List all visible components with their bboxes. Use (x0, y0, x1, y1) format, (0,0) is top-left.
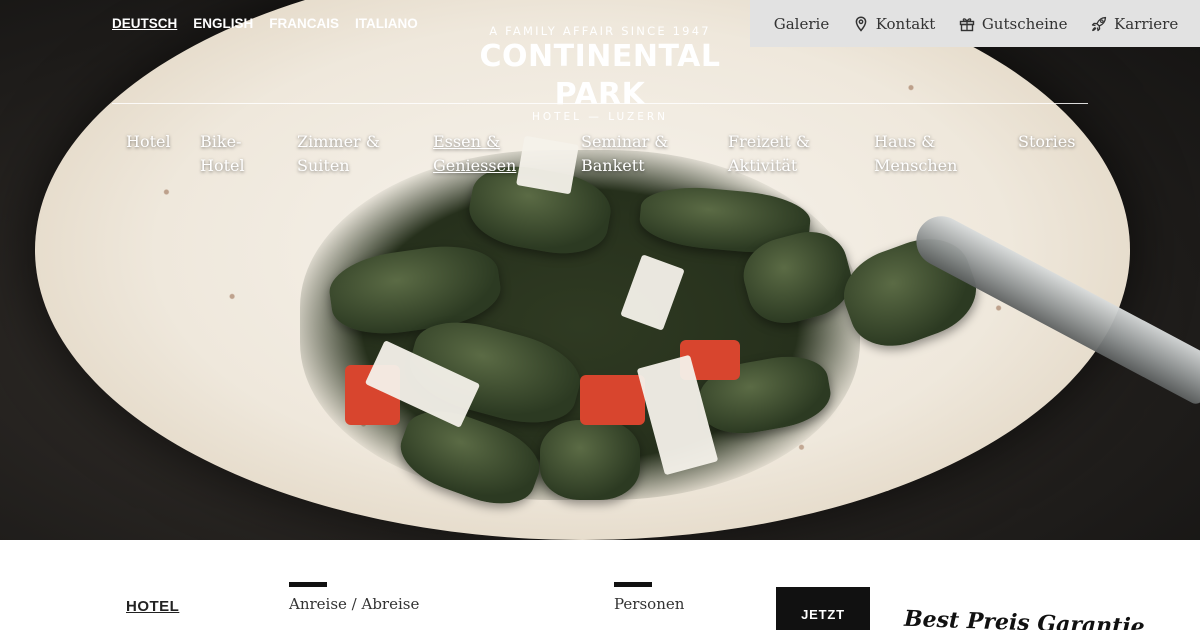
utility-link-galerie[interactable]: Galerie (774, 15, 829, 33)
book-now-button[interactable]: JETZT (776, 587, 870, 630)
language-link-deutsch[interactable]: DEUTSCH (112, 16, 177, 31)
rocket-icon (1091, 16, 1107, 31)
nav-item-label: Hotel (200, 156, 245, 175)
nav-item-freizeit-aktivitaet[interactable]: Freizeit & Aktivität (728, 130, 810, 178)
tomato-image (580, 375, 645, 425)
field-marker (289, 582, 327, 587)
utility-bar: Galerie Kontakt Gutscheine Karriere (750, 0, 1200, 47)
location-pin-icon (855, 15, 867, 32)
nav-divider (112, 103, 1088, 104)
utility-label: Galerie (773, 14, 830, 33)
best-price-guarantee-badge: Best Preis Garantie (903, 605, 1146, 630)
utility-link-kontakt[interactable]: Kontakt (853, 14, 936, 33)
nav-item-label: Haus & (874, 132, 936, 151)
utility-link-karriere[interactable]: Karriere (1091, 15, 1178, 33)
nav-item-label: Suiten (297, 156, 350, 175)
language-link-english[interactable]: ENGLISH (193, 16, 253, 31)
language-link-italiano[interactable]: ITALIANO (355, 16, 418, 31)
nav-item-stories[interactable]: Stories (1018, 130, 1075, 154)
gnocchi-image (540, 420, 640, 500)
nav-item-label: Stories (1018, 132, 1076, 151)
booking-bar: HOTEL Anreise / Abreise Personen JETZT B… (0, 540, 1200, 630)
utility-link-gutscheine[interactable]: Gutscheine (959, 14, 1068, 33)
nav-item-hotel[interactable]: Hotel (126, 130, 171, 154)
nav-item-essen-geniessen[interactable]: Essen & Geniessen (433, 130, 516, 178)
nav-item-label: Freizeit & (728, 132, 811, 151)
utility-label: Karriere (1114, 14, 1179, 33)
nav-item-label: Zimmer & (297, 132, 381, 151)
nav-item-bike-hotel[interactable]: Bike- Hotel (200, 130, 245, 178)
nav-item-label: Menschen (874, 156, 958, 175)
nav-item-seminar-bankett[interactable]: Seminar & Bankett (581, 130, 669, 178)
brand-logo[interactable]: A FAMILY AFFAIR SINCE 1947 CONTINENTAL P… (440, 24, 760, 123)
brand-subline: HOTEL — LUZERN (531, 111, 669, 123)
nav-item-haus-menschen[interactable]: Haus & Menschen (874, 130, 957, 178)
nav-item-label: Bike- (200, 132, 242, 151)
nav-item-label: Hotel (126, 132, 171, 151)
utility-label: Gutscheine (981, 14, 1068, 33)
field-marker (614, 582, 652, 587)
booking-tab-hotel[interactable]: HOTEL (126, 598, 179, 615)
brand-tagline: A FAMILY AFFAIR SINCE 1947 (489, 24, 711, 38)
nav-item-label: Aktivität (728, 156, 798, 175)
nav-item-label: Bankett (581, 156, 645, 175)
nav-item-zimmer-suiten[interactable]: Zimmer & Suiten (297, 130, 380, 178)
language-switcher: DEUTSCH ENGLISH FRANCAIS ITALIANO (112, 16, 418, 31)
gift-icon (959, 17, 975, 31)
language-link-francais[interactable]: FRANCAIS (269, 16, 339, 31)
nav-item-label: Seminar & (581, 132, 669, 151)
main-nav: Hotel Bike- Hotel Zimmer & Suiten Essen … (112, 130, 1088, 190)
dates-field[interactable]: Anreise / Abreise (289, 595, 419, 613)
utility-label: Kontakt (875, 14, 936, 33)
nav-item-label: Essen & (433, 132, 501, 151)
nav-item-label: Geniessen (433, 156, 517, 175)
persons-field[interactable]: Personen (614, 595, 684, 613)
